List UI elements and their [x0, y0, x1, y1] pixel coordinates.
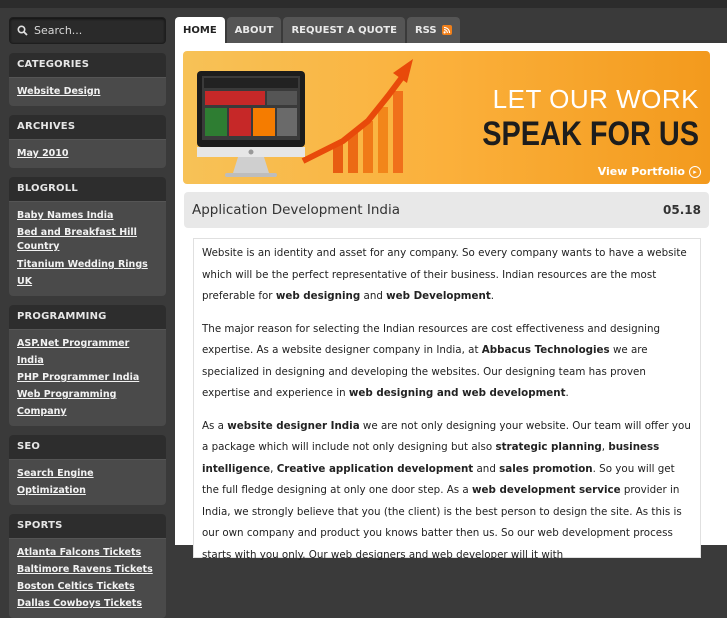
sidebar-link[interactable]: PHP Programmer India	[17, 369, 158, 386]
sidebar-link[interactable]: Titanium Wedding Rings UK	[17, 256, 158, 290]
sidebar-link[interactable]: May 2010	[17, 145, 158, 162]
widget-title: ARCHIVES	[9, 115, 166, 140]
sidebar-link[interactable]: Baby Names India	[17, 207, 158, 224]
top-strip	[0, 0, 727, 8]
sidebar-link[interactable]: Dallas Cowboys Tickets	[17, 595, 158, 612]
sidebar-link[interactable]: Atlanta Falcons Tickets	[17, 544, 158, 561]
widget-title: PROGRAMMING	[9, 305, 166, 330]
text: and	[473, 462, 500, 475]
keyword: web designing and web development	[348, 387, 566, 399]
tab-request-quote[interactable]: REQUEST A QUOTE	[283, 17, 405, 43]
keyword: web development service	[472, 484, 621, 496]
post-date: 05.18	[663, 203, 701, 217]
search-input[interactable]: Search...	[9, 17, 166, 44]
widget-title: CATEGORIES	[9, 53, 166, 78]
post-paragraph: As a website designer India we are not o…	[202, 416, 692, 567]
sidebar-link[interactable]: Web Programming Company	[17, 386, 158, 420]
keyword: strategic planning	[495, 441, 602, 453]
widget-archives: ARCHIVES May 2010	[9, 115, 166, 168]
sidebar-link[interactable]: Website Design	[17, 83, 158, 100]
search-placeholder: Search...	[34, 24, 83, 37]
text: .	[490, 290, 495, 302]
main-content: LET OUR WORK SPEAK FOR US View Portfolio…	[175, 43, 727, 561]
search-icon	[17, 25, 28, 36]
post-header: Application Development India 05.18	[184, 192, 709, 228]
tab-label: ABOUT	[234, 24, 274, 36]
widget-title: SEO	[9, 435, 166, 460]
widget-sports: SPORTS Atlanta Falcons Tickets Baltimore…	[9, 514, 166, 618]
nav-tabs: HOME ABOUT REQUEST A QUOTE RSS	[175, 17, 462, 43]
text: .	[565, 387, 569, 399]
tab-label: REQUEST A QUOTE	[291, 24, 397, 36]
banner-subheadline: SPEAK FOR US	[482, 115, 699, 153]
tab-home[interactable]: HOME	[175, 17, 225, 43]
widget-title: BLOGROLL	[9, 177, 166, 202]
keyword: Abbacus Technologies	[481, 344, 610, 356]
keyword: website designer India	[227, 419, 360, 432]
arrow-right-icon: ▸	[689, 165, 701, 178]
widget-programming: PROGRAMMING ASP.Net Programmer India PHP…	[9, 305, 166, 426]
view-portfolio-label: View Portfolio	[597, 165, 685, 178]
sidebar: Search... CATEGORIES Website Design ARCH…	[9, 17, 166, 618]
post-paragraph: Website is an identity and asset for any…	[202, 243, 692, 308]
keyword: Creative application development	[276, 462, 474, 475]
tab-label: RSS	[414, 24, 437, 36]
rss-icon	[441, 25, 452, 35]
widget-categories: CATEGORIES Website Design	[9, 53, 166, 106]
sidebar-link[interactable]: ASP.Net Programmer India	[17, 335, 158, 369]
post-body: Website is an identity and asset for any…	[193, 238, 701, 561]
text: and	[360, 290, 387, 302]
post-paragraph: The major reason for selecting the India…	[202, 319, 692, 405]
text: As a	[202, 419, 228, 432]
keyword: sales promotion	[499, 462, 593, 475]
keyword: web designing	[275, 290, 361, 302]
post-title[interactable]: Application Development India	[192, 202, 400, 218]
sidebar-link[interactable]: Baltimore Ravens Tickets	[17, 561, 158, 578]
sidebar-link[interactable]: Search Engine Optimization	[17, 465, 158, 499]
widget-title: SPORTS	[9, 514, 166, 539]
sidebar-link[interactable]: Bed and Breakfast Hill Country	[17, 226, 158, 254]
computer-growth-graphic	[197, 59, 413, 177]
banner-headline: LET OUR WORK	[492, 84, 699, 114]
sidebar-link[interactable]: Boston Celtics Tickets	[17, 578, 158, 595]
tab-about[interactable]: ABOUT	[226, 17, 282, 43]
keyword: web Development	[386, 290, 491, 302]
portfolio-banner[interactable]: LET OUR WORK SPEAK FOR US View Portfolio…	[183, 51, 710, 184]
widget-seo: SEO Search Engine Optimization	[9, 435, 166, 505]
view-portfolio-link[interactable]: View Portfolio ▸	[598, 165, 701, 178]
tab-rss[interactable]: RSS	[406, 17, 460, 43]
widget-blogroll: BLOGROLL Baby Names India Bed and Breakf…	[9, 177, 166, 296]
tab-label: HOME	[183, 24, 217, 36]
